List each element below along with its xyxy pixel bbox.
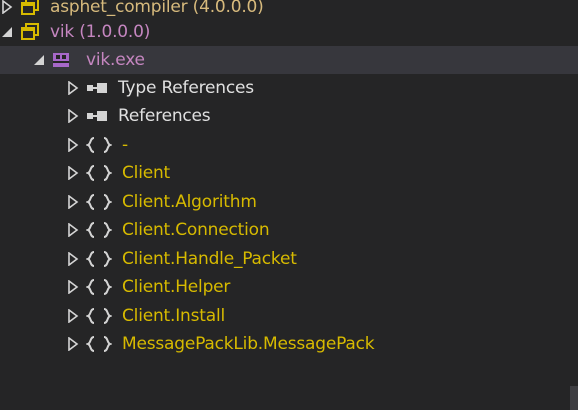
tree-item-label: - [122, 135, 128, 155]
tree-item-type-references[interactable]: Type References [0, 74, 578, 102]
tree-item-references[interactable]: References [0, 102, 578, 130]
scrollbar-corner [570, 386, 578, 410]
expand-arrow-icon[interactable] [66, 166, 80, 180]
tree-item-vik-exe[interactable]: vik.exe [0, 46, 578, 74]
module-icon [52, 52, 70, 68]
expand-arrow-icon[interactable] [66, 309, 80, 323]
expand-arrow-icon[interactable] [66, 252, 80, 266]
tree-item-namespace-client-connection[interactable]: Client.Connection [0, 216, 578, 244]
assembly-explorer-tree: asphet_compiler (4.0.0.0) vik (1.0.0.0) [0, 0, 578, 410]
namespace-icon [86, 193, 112, 211]
tree-item-namespace-client-algorithm[interactable]: Client.Algorithm [0, 188, 578, 216]
tree-item-label: MessagePackLib.MessagePack [122, 334, 375, 354]
collapse-arrow-icon[interactable] [32, 53, 46, 67]
collapse-arrow-icon[interactable] [0, 25, 14, 39]
expand-arrow-icon[interactable] [66, 195, 80, 209]
references-icon [86, 109, 108, 123]
expand-arrow-icon[interactable] [66, 109, 80, 123]
namespace-icon [86, 250, 112, 268]
tree-item-label: Client.Install [122, 306, 225, 326]
namespace-icon [86, 136, 112, 154]
tree-item-label: Client.Helper [122, 277, 231, 297]
tree-item-label: Client [122, 163, 171, 183]
namespace-icon [86, 307, 112, 325]
tree-item-namespace-client-helper[interactable]: Client.Helper [0, 273, 578, 301]
tree-item-label: Client.Handle_Packet [122, 249, 297, 269]
assembly-icon [20, 0, 40, 16]
references-icon [86, 81, 108, 95]
expand-arrow-icon[interactable] [66, 81, 80, 95]
tree-item-namespace-client-handle-packet[interactable]: Client.Handle_Packet [0, 245, 578, 273]
tree-item-namespace-empty[interactable]: - [0, 131, 578, 159]
tree-item-vik-assembly[interactable]: vik (1.0.0.0) [0, 18, 578, 46]
tree-item-namespace-client[interactable]: Client [0, 159, 578, 187]
namespace-icon [86, 164, 112, 182]
tree-item-label: Client.Connection [122, 220, 270, 240]
expand-arrow-icon[interactable] [66, 280, 80, 294]
assembly-icon [20, 23, 40, 41]
tree-item-label: Type References [118, 78, 254, 98]
expand-arrow-icon[interactable] [66, 138, 80, 152]
tree-item-label: vik.exe [86, 50, 145, 70]
expand-arrow-icon[interactable] [66, 223, 80, 237]
namespace-icon [86, 335, 112, 353]
tree-item-namespace-messagepacklib[interactable]: MessagePackLib.MessagePack [0, 330, 578, 358]
expand-arrow-icon[interactable] [66, 337, 80, 351]
tree-item-label: vik (1.0.0.0) [50, 22, 151, 42]
expand-arrow-icon[interactable] [0, 0, 14, 14]
namespace-icon [86, 278, 112, 296]
tree-item-label: Client.Algorithm [122, 192, 257, 212]
tree-item-label: References [118, 106, 211, 126]
namespace-icon [86, 221, 112, 239]
tree-item-namespace-client-install[interactable]: Client.Install [0, 302, 578, 330]
